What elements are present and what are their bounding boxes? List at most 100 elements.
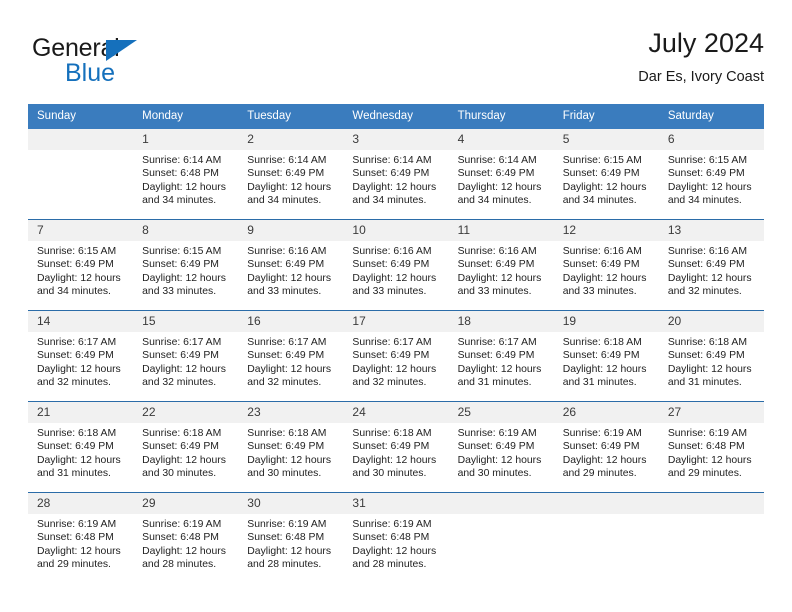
day-number: 17: [343, 311, 449, 332]
day-sunset-text: Sunset: 6:49 PM: [247, 441, 325, 453]
calendar-day-cell[interactable]: 19 Sunrise: 6:18 AM Sunset: 6:49 PM Dayligh…: [553, 310, 659, 402]
day-daylight-cont-text: and 30 minutes.: [142, 467, 217, 479]
day-sunrise-text: Sunrise: 6:15 AM: [562, 155, 642, 166]
day-daylight-text: Daylight: 12 hours: [562, 454, 647, 466]
day-sunrise-text: Sunrise: 6:19 AM: [667, 428, 747, 439]
day-daylight-text: Daylight: 12 hours: [247, 454, 332, 466]
calendar-day-cell[interactable]: 15 Sunrise: 6:17 AM Sunset: 6:49 PM Dayligh…: [133, 310, 239, 402]
day-daylight-cont-text: and 31 minutes.: [667, 376, 742, 388]
day-details: Sunrise: 6:17 AM Sunset: 6:49 PM Daylight:…: [449, 332, 554, 389]
day-number: 22: [133, 402, 239, 423]
day-number: [658, 493, 764, 514]
day-number: 19: [553, 311, 659, 332]
day-daylight-text: Daylight: 12 hours: [142, 181, 226, 193]
general-blue-logo: General Blue: [32, 34, 232, 90]
day-daylight-cont-text: and 28 minutes.: [142, 558, 217, 570]
day-sunrise-text: Sunrise: 6:19 AM: [352, 519, 432, 530]
calendar-day-cell[interactable]: 30 Sunrise: 6:19 AM Sunset: 6:48 PM Dayligh…: [238, 492, 344, 583]
day-daylight-text: Daylight: 12 hours: [142, 272, 226, 284]
day-sunset-text: Sunset: 6:49 PM: [142, 350, 219, 362]
calendar-day-cell[interactable]: 7 Sunrise: 6:15 AM Sunset: 6:49 PM Daylight…: [28, 219, 134, 311]
day-sunrise-text: Sunrise: 6:17 AM: [37, 337, 117, 348]
calendar-day-cell[interactable]: 20 Sunrise: 6:18 AM Sunset: 6:49 PM Dayligh…: [658, 310, 764, 402]
day-number: 13: [658, 220, 764, 241]
day-details: Sunrise: 6:15 AM Sunset: 6:49 PM Daylight:…: [133, 241, 238, 298]
day-daylight-cont-text: and 31 minutes.: [562, 376, 637, 388]
calendar-day-cell[interactable]: 10 Sunrise: 6:16 AM Sunset: 6:49 PM Dayligh…: [343, 219, 449, 311]
calendar-day-cell[interactable]: 25 Sunrise: 6:19 AM Sunset: 6:49 PM Dayligh…: [448, 401, 554, 493]
day-daylight-cont-text: and 34 minutes.: [667, 194, 742, 206]
calendar-day-cell[interactable]: 12 Sunrise: 6:16 AM Sunset: 6:49 PM Dayligh…: [553, 219, 659, 311]
day-number: 14: [28, 311, 134, 332]
calendar-day-cell[interactable]: 21 Sunrise: 6:18 AM Sunset: 6:49 PM Dayligh…: [28, 401, 134, 493]
calendar-day-cell[interactable]: 29 Sunrise: 6:19 AM Sunset: 6:48 PM Dayligh…: [133, 492, 239, 583]
calendar-day-cell[interactable]: 8 Sunrise: 6:15 AM Sunset: 6:49 PM Daylight…: [133, 219, 239, 311]
day-daylight-text: Daylight: 12 hours: [562, 363, 647, 375]
day-sunrise-text: Sunrise: 6:18 AM: [142, 428, 222, 439]
calendar-day-cell[interactable]: 14 Sunrise: 6:17 AM Sunset: 6:49 PM Dayligh…: [28, 310, 134, 402]
day-details: Sunrise: 6:16 AM Sunset: 6:49 PM Daylight:…: [554, 241, 659, 298]
day-number: [553, 493, 659, 514]
day-sunset-text: Sunset: 6:49 PM: [457, 168, 535, 180]
day-number: 9: [238, 220, 344, 241]
day-number: 2: [238, 129, 344, 150]
weekday-header-monday: Monday: [133, 104, 239, 129]
day-sunset-text: Sunset: 6:48 PM: [667, 441, 745, 453]
weekday-header-sunday: Sunday: [28, 104, 134, 129]
day-sunrise-text: Sunrise: 6:14 AM: [352, 155, 432, 166]
day-sunrise-text: Sunrise: 6:18 AM: [667, 337, 747, 348]
day-sunset-text: Sunset: 6:49 PM: [142, 259, 219, 271]
calendar-day-cell[interactable]: 3 Sunrise: 6:14 AM Sunset: 6:49 PM Daylight…: [343, 129, 449, 220]
day-sunset-text: Sunset: 6:49 PM: [37, 259, 114, 271]
calendar-day-cell[interactable]: 28 Sunrise: 6:19 AM Sunset: 6:48 PM Dayligh…: [28, 492, 134, 583]
day-details: Sunrise: 6:18 AM Sunset: 6:49 PM Daylight:…: [238, 423, 343, 480]
calendar-body: 1 Sunrise: 6:14 AM Sunset: 6:48 PM Daylight…: [28, 129, 764, 583]
day-number: 8: [133, 220, 239, 241]
day-sunrise-text: Sunrise: 6:17 AM: [142, 337, 222, 348]
calendar-week-row: 28 Sunrise: 6:19 AM Sunset: 6:48 PM Dayligh…: [28, 492, 764, 583]
calendar-day-cell[interactable]: 2 Sunrise: 6:14 AM Sunset: 6:49 PM Daylight…: [238, 129, 344, 220]
calendar-day-cell[interactable]: 24 Sunrise: 6:18 AM Sunset: 6:49 PM Dayligh…: [343, 401, 449, 493]
day-daylight-cont-text: and 29 minutes.: [562, 467, 637, 479]
calendar-day-cell[interactable]: 9 Sunrise: 6:16 AM Sunset: 6:49 PM Daylight…: [238, 219, 344, 311]
calendar-day-cell[interactable]: 13 Sunrise: 6:16 AM Sunset: 6:49 PM Dayligh…: [658, 219, 764, 311]
day-sunset-text: Sunset: 6:49 PM: [667, 168, 745, 180]
calendar-day-cell[interactable]: 6 Sunrise: 6:15 AM Sunset: 6:49 PM Daylight…: [658, 129, 764, 220]
day-daylight-cont-text: and 33 minutes.: [352, 285, 427, 297]
calendar-day-cell[interactable]: 31 Sunrise: 6:19 AM Sunset: 6:48 PM Dayligh…: [343, 492, 449, 583]
day-number: 29: [133, 493, 239, 514]
day-daylight-cont-text: and 30 minutes.: [352, 467, 427, 479]
calendar-day-cell[interactable]: 22 Sunrise: 6:18 AM Sunset: 6:49 PM Dayligh…: [133, 401, 239, 493]
calendar-day-cell[interactable]: 11 Sunrise: 6:16 AM Sunset: 6:49 PM Dayligh…: [448, 219, 554, 311]
day-details: Sunrise: 6:19 AM Sunset: 6:48 PM Daylight:…: [343, 514, 448, 571]
day-sunrise-text: Sunrise: 6:18 AM: [37, 428, 117, 439]
day-daylight-text: Daylight: 12 hours: [457, 363, 542, 375]
day-daylight-text: Daylight: 12 hours: [142, 363, 226, 375]
day-daylight-cont-text: and 34 minutes.: [352, 194, 427, 206]
day-daylight-text: Daylight: 12 hours: [247, 363, 332, 375]
calendar-day-cell[interactable]: 18 Sunrise: 6:17 AM Sunset: 6:49 PM Dayligh…: [448, 310, 554, 402]
day-daylight-cont-text: and 32 minutes.: [247, 376, 322, 388]
calendar-day-cell[interactable]: 23 Sunrise: 6:18 AM Sunset: 6:49 PM Dayligh…: [238, 401, 344, 493]
day-details: Sunrise: 6:16 AM Sunset: 6:49 PM Daylight:…: [659, 241, 764, 298]
calendar-day-cell[interactable]: 26 Sunrise: 6:19 AM Sunset: 6:49 PM Dayligh…: [553, 401, 659, 493]
day-sunrise-text: Sunrise: 6:18 AM: [247, 428, 327, 439]
day-sunrise-text: Sunrise: 6:18 AM: [352, 428, 432, 439]
calendar-day-cell[interactable]: 16 Sunrise: 6:17 AM Sunset: 6:49 PM Dayligh…: [238, 310, 344, 402]
day-sunset-text: Sunset: 6:49 PM: [37, 350, 114, 362]
day-daylight-text: Daylight: 12 hours: [457, 181, 542, 193]
calendar-day-cell[interactable]: 1 Sunrise: 6:14 AM Sunset: 6:48 PM Daylight…: [133, 129, 239, 220]
day-daylight-text: Daylight: 12 hours: [352, 181, 437, 193]
calendar-day-cell[interactable]: 17 Sunrise: 6:17 AM Sunset: 6:49 PM Dayligh…: [343, 310, 449, 402]
day-sunrise-text: Sunrise: 6:17 AM: [457, 337, 537, 348]
day-daylight-text: Daylight: 12 hours: [667, 454, 752, 466]
day-details: Sunrise: 6:17 AM Sunset: 6:49 PM Daylight:…: [133, 332, 238, 389]
day-sunrise-text: Sunrise: 6:16 AM: [457, 246, 537, 257]
day-number: 1: [133, 129, 239, 150]
calendar-day-cell[interactable]: 5 Sunrise: 6:15 AM Sunset: 6:49 PM Daylight…: [553, 129, 659, 220]
calendar-day-cell[interactable]: 27 Sunrise: 6:19 AM Sunset: 6:48 PM Dayligh…: [658, 401, 764, 493]
day-sunset-text: Sunset: 6:49 PM: [562, 350, 640, 362]
day-daylight-cont-text: and 33 minutes.: [247, 285, 322, 297]
calendar-day-cell[interactable]: 4 Sunrise: 6:14 AM Sunset: 6:49 PM Daylight…: [448, 129, 554, 220]
day-details: Sunrise: 6:14 AM Sunset: 6:49 PM Daylight:…: [343, 150, 448, 207]
